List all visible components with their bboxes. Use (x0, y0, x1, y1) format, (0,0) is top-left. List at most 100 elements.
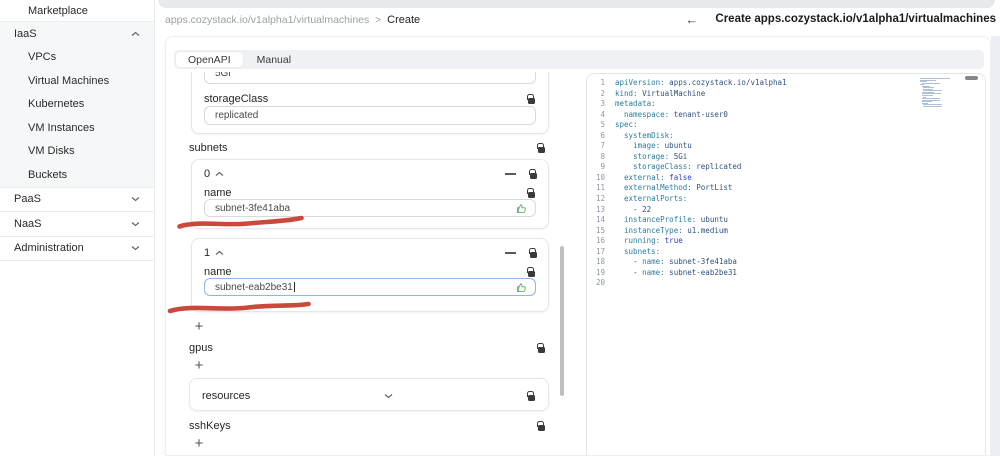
sidebar-item-label: Marketplace (28, 4, 88, 17)
subnet-name-label: name (204, 266, 232, 278)
subnets-section-header: subnets (189, 142, 546, 154)
subnet-item-collapse-toggle[interactable]: 1 (204, 247, 224, 259)
chevron-down-icon (384, 393, 393, 399)
editor-line[interactable]: 7 image: ubuntu (587, 141, 985, 152)
thumbs-up-valid-icon[interactable] (515, 281, 528, 298)
line-number: 6 (600, 130, 605, 140)
subnet-item-card-0: 0 name subnet-3fe41aba (191, 159, 549, 229)
sidebar-item-label: Administration (14, 242, 84, 255)
editor-line[interactable]: 10 external: false (587, 173, 985, 184)
breadcrumb: apps.cozystack.io/v1alpha1/virtualmachin… (165, 12, 420, 28)
remove-subnet-button[interactable] (505, 173, 516, 175)
subnet-name-input[interactable]: subnet-eab2be31 (204, 278, 536, 296)
line-number: 3 (600, 99, 605, 109)
sidebar-item-label: IaaS (14, 27, 37, 40)
chevron-down-icon (131, 196, 140, 202)
main-area: apps.cozystack.io/v1alpha1/virtualmachin… (155, 0, 1000, 456)
back-arrow-icon[interactable]: ← (685, 13, 698, 26)
editor-line[interactable]: 15 instanceType: u1.medium (587, 226, 985, 237)
sidebar-item-label: Buckets (28, 168, 68, 181)
sidebar-item-buckets[interactable]: Buckets (0, 163, 154, 187)
sshkeys-label: sshKeys (189, 420, 231, 432)
remove-subnet-button[interactable] (505, 252, 516, 254)
sidebar-section: Marketplace (0, 0, 154, 22)
line-number: 14 (595, 215, 605, 225)
chevron-up-icon (215, 247, 224, 259)
subnet-name-input[interactable]: subnet-3fe41aba (204, 199, 536, 217)
editor-line[interactable]: 6 systemDisk: (587, 131, 985, 142)
sidebar-item-naas[interactable]: NaaS (0, 212, 154, 236)
editor-line[interactable]: 5 spec: (587, 120, 985, 131)
sshkeys-section-header: sshKeys (189, 420, 546, 432)
breadcrumb-path[interactable]: apps.cozystack.io/v1alpha1/virtualmachin… (165, 14, 369, 26)
storage-value: 5Gi (215, 72, 231, 79)
editor-line[interactable]: 8 storage: 5Gi (587, 152, 985, 163)
storage-input[interactable]: 5Gi (204, 72, 536, 84)
lock-icon (537, 421, 546, 431)
storageclass-input[interactable]: replicated (204, 106, 536, 125)
resources-label: resources (202, 389, 251, 402)
editor-line[interactable]: 16 running: true (587, 236, 985, 247)
sidebar-item-label: NaaS (14, 217, 42, 230)
sidebar-section-administration: Administration (0, 237, 154, 261)
editor-minimap (920, 78, 964, 109)
tab-openapi[interactable]: OpenAPI (176, 52, 243, 67)
storageclass-label: storageClass (204, 93, 269, 105)
lock-icon (526, 390, 536, 401)
editor-line[interactable]: 17 subnets: (587, 247, 985, 258)
chevron-down-icon (131, 245, 140, 251)
lock-icon (527, 188, 536, 198)
page-background-band (991, 36, 1000, 456)
line-number: 8 (600, 151, 605, 161)
line-number: 17 (595, 246, 605, 256)
thumbs-up-valid-icon[interactable] (515, 202, 528, 219)
yaml-editor[interactable]: 1 apiVersion: apps.cozystack.io/v1alpha1 2… (586, 73, 986, 455)
page-header: ← Create apps.cozystack.io/v1alpha1/virt… (685, 10, 996, 28)
sidebar-item-iaas[interactable]: IaaS (0, 22, 154, 46)
form-scroll-area: 5Gi storageClass replicated subnets 0 nam… (166, 72, 578, 455)
add-gpu-button[interactable]: + (191, 357, 207, 374)
sidebar-item-kubernetes[interactable]: Kubernetes (0, 93, 154, 117)
editor-line[interactable]: 20 (587, 278, 985, 289)
line-number: 5 (600, 120, 605, 130)
editor-line[interactable]: 4 namespace: tenant-user0 (587, 110, 985, 121)
editor-line[interactable]: 18 - name: subnet-3fe41aba (587, 257, 985, 268)
sidebar-item-marketplace[interactable]: Marketplace (0, 0, 154, 21)
line-number: 11 (595, 183, 605, 193)
page-title: Create apps.cozystack.io/v1alpha1/virtua… (715, 13, 996, 25)
subnets-label: subnets (189, 142, 228, 154)
subnet-item-collapse-toggle[interactable]: 0 (204, 168, 224, 180)
chevron-up-icon (215, 168, 224, 180)
sidebar-item-vpcs[interactable]: VPCs (0, 46, 154, 70)
sidebar-item-label: Kubernetes (28, 98, 85, 111)
scrolled-panel-remnant (158, 0, 995, 8)
form-scrollbar[interactable] (560, 246, 564, 396)
tab-bar: OpenAPI Manual (174, 50, 984, 69)
tab-manual[interactable]: Manual (245, 52, 303, 67)
editor-line[interactable]: 13 - 22 (587, 205, 985, 216)
editor-scrollbar-thumb[interactable] (965, 76, 978, 80)
sidebar-item-paas[interactable]: PaaS (0, 188, 154, 212)
sidebar-item-vm-disks[interactable]: VM Disks (0, 140, 154, 164)
storageclass-value: replicated (215, 110, 259, 121)
editor-line[interactable]: 12 externalPorts: (587, 194, 985, 205)
editor-line[interactable]: 14 instanceProfile: ubuntu (587, 215, 985, 226)
line-number: 19 (595, 267, 605, 277)
sidebar-item-virtual-machines[interactable]: Virtual Machines (0, 69, 154, 93)
lock-icon (529, 169, 538, 179)
content-card: OpenAPI Manual 5Gi storageClass replicat… (165, 36, 991, 456)
editor-line[interactable]: 11 externalMethod: PortList (587, 183, 985, 194)
editor-line[interactable]: 19 - name: subnet-eab2be31 (587, 268, 985, 279)
gpus-label: gpus (189, 342, 213, 354)
sidebar-item-administration[interactable]: Administration (0, 237, 154, 261)
lock-icon (529, 248, 538, 258)
sidebar-item-label: VM Disks (28, 145, 75, 158)
sidebar: Marketplace IaaS VPCs Virtual Machines Kuber… (0, 0, 155, 456)
editor-line[interactable]: 9 storageClass: replicated (587, 162, 985, 173)
add-subnet-button[interactable]: + (191, 318, 207, 335)
subnet-item-card-1: 1 name subnet-eab2be31 (191, 238, 549, 312)
resources-group[interactable]: resources (189, 378, 549, 411)
line-number: 15 (595, 225, 605, 235)
sidebar-item-vm-instances[interactable]: VM Instances (0, 116, 154, 140)
add-sshkey-button[interactable]: + (191, 435, 207, 452)
